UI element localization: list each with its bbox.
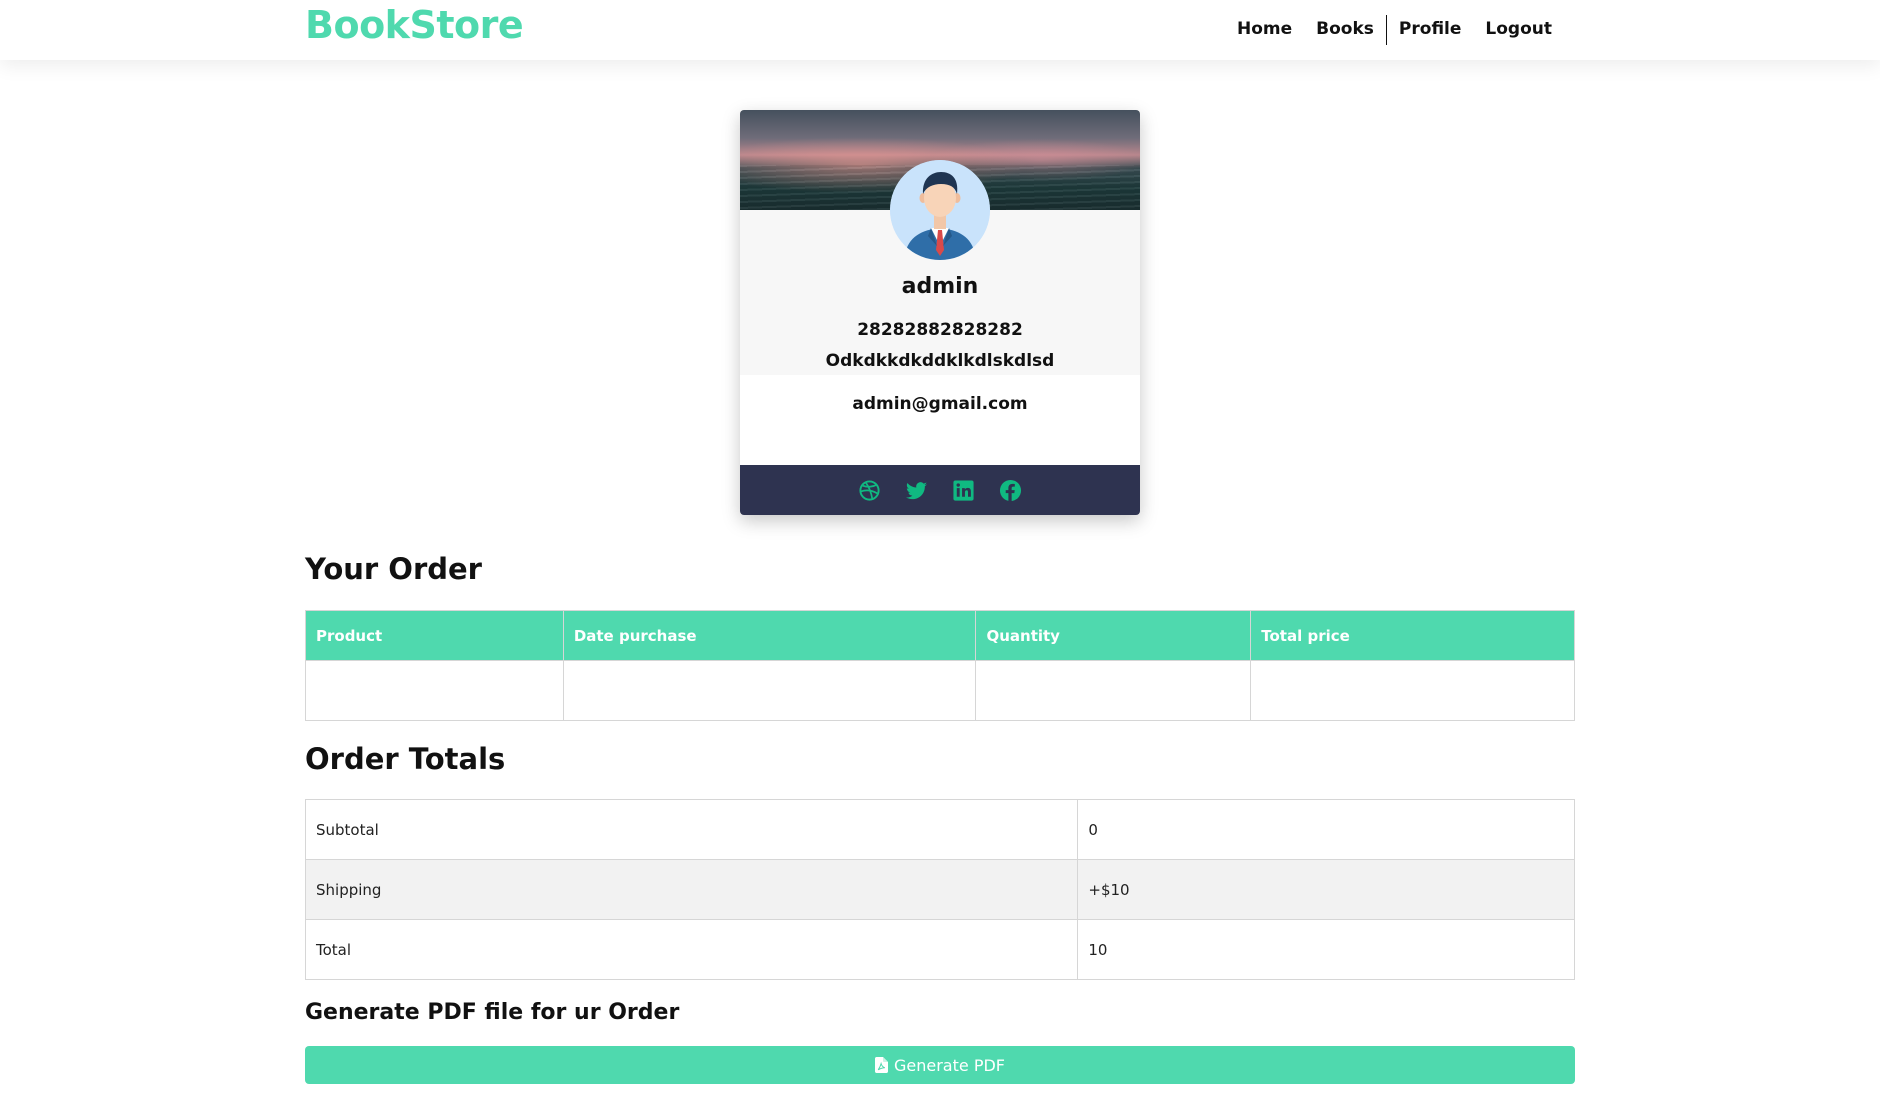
profile-name: admin [901, 274, 979, 299]
table-cell [305, 660, 564, 721]
subtotal-value: 0 [1077, 799, 1575, 860]
pdf-file-icon [875, 1057, 888, 1073]
table-cell [975, 660, 1252, 721]
total-label: Total [304, 919, 1079, 980]
brand-logo[interactable]: BookStore [305, 3, 524, 47]
profile-card: admin 28282882828282 Odkdkkdkddklkdlskdl… [740, 110, 1140, 515]
column-header-quantity: Quantity [975, 610, 1252, 661]
totals-row-subtotal: Subtotal 0 [304, 799, 1575, 860]
table-row [305, 660, 1575, 721]
profile-email: admin@gmail.com [852, 394, 1028, 414]
profile-address: Odkdkkdkddklkdlskdlsd [825, 351, 1055, 371]
your-order-heading: Your Order [305, 552, 482, 586]
nav-books-link[interactable]: Books [1304, 19, 1386, 39]
generate-pdf-label: Generate PDF [894, 1055, 1005, 1075]
order-totals-heading: Order Totals [305, 742, 506, 776]
nav-profile-link[interactable]: Profile [1387, 19, 1473, 39]
user-avatar-icon [890, 160, 990, 260]
social-links-bar [740, 465, 1140, 515]
order-totals-table: Subtotal 0 Shipping +$10 Total 10 [304, 799, 1575, 980]
shipping-value: +$10 [1077, 859, 1575, 920]
profile-phone: 28282882828282 [857, 320, 1023, 340]
table-cell [562, 660, 977, 721]
totals-row-shipping: Shipping +$10 [304, 859, 1575, 920]
shipping-label: Shipping [304, 859, 1079, 920]
twitter-icon[interactable] [905, 479, 928, 502]
column-header-date-purchase: Date purchase [562, 610, 977, 661]
avatar [890, 160, 990, 260]
linkedin-icon[interactable] [952, 479, 975, 502]
generate-pdf-heading: Generate PDF file for ur Order [305, 1000, 680, 1025]
orders-table: Product Date purchase Quantity Total pri… [305, 610, 1575, 721]
generate-pdf-button[interactable]: Generate PDF [305, 1046, 1575, 1084]
totals-row-total: Total 10 [304, 919, 1575, 980]
facebook-icon[interactable] [999, 479, 1022, 502]
dribbble-icon[interactable] [858, 479, 881, 502]
orders-header-row: Product Date purchase Quantity Total pri… [305, 610, 1575, 661]
table-cell [1250, 660, 1575, 721]
top-navbar: BookStore Home Books Profile Logout [0, 0, 1880, 60]
main-nav: Home Books Profile Logout [1225, 13, 1564, 45]
nav-logout-link[interactable]: Logout [1473, 19, 1564, 39]
column-header-total-price: Total price [1250, 610, 1575, 661]
subtotal-label: Subtotal [304, 799, 1079, 860]
column-header-product: Product [305, 610, 564, 661]
nav-home-link[interactable]: Home [1225, 19, 1304, 39]
total-value: 10 [1077, 919, 1575, 980]
